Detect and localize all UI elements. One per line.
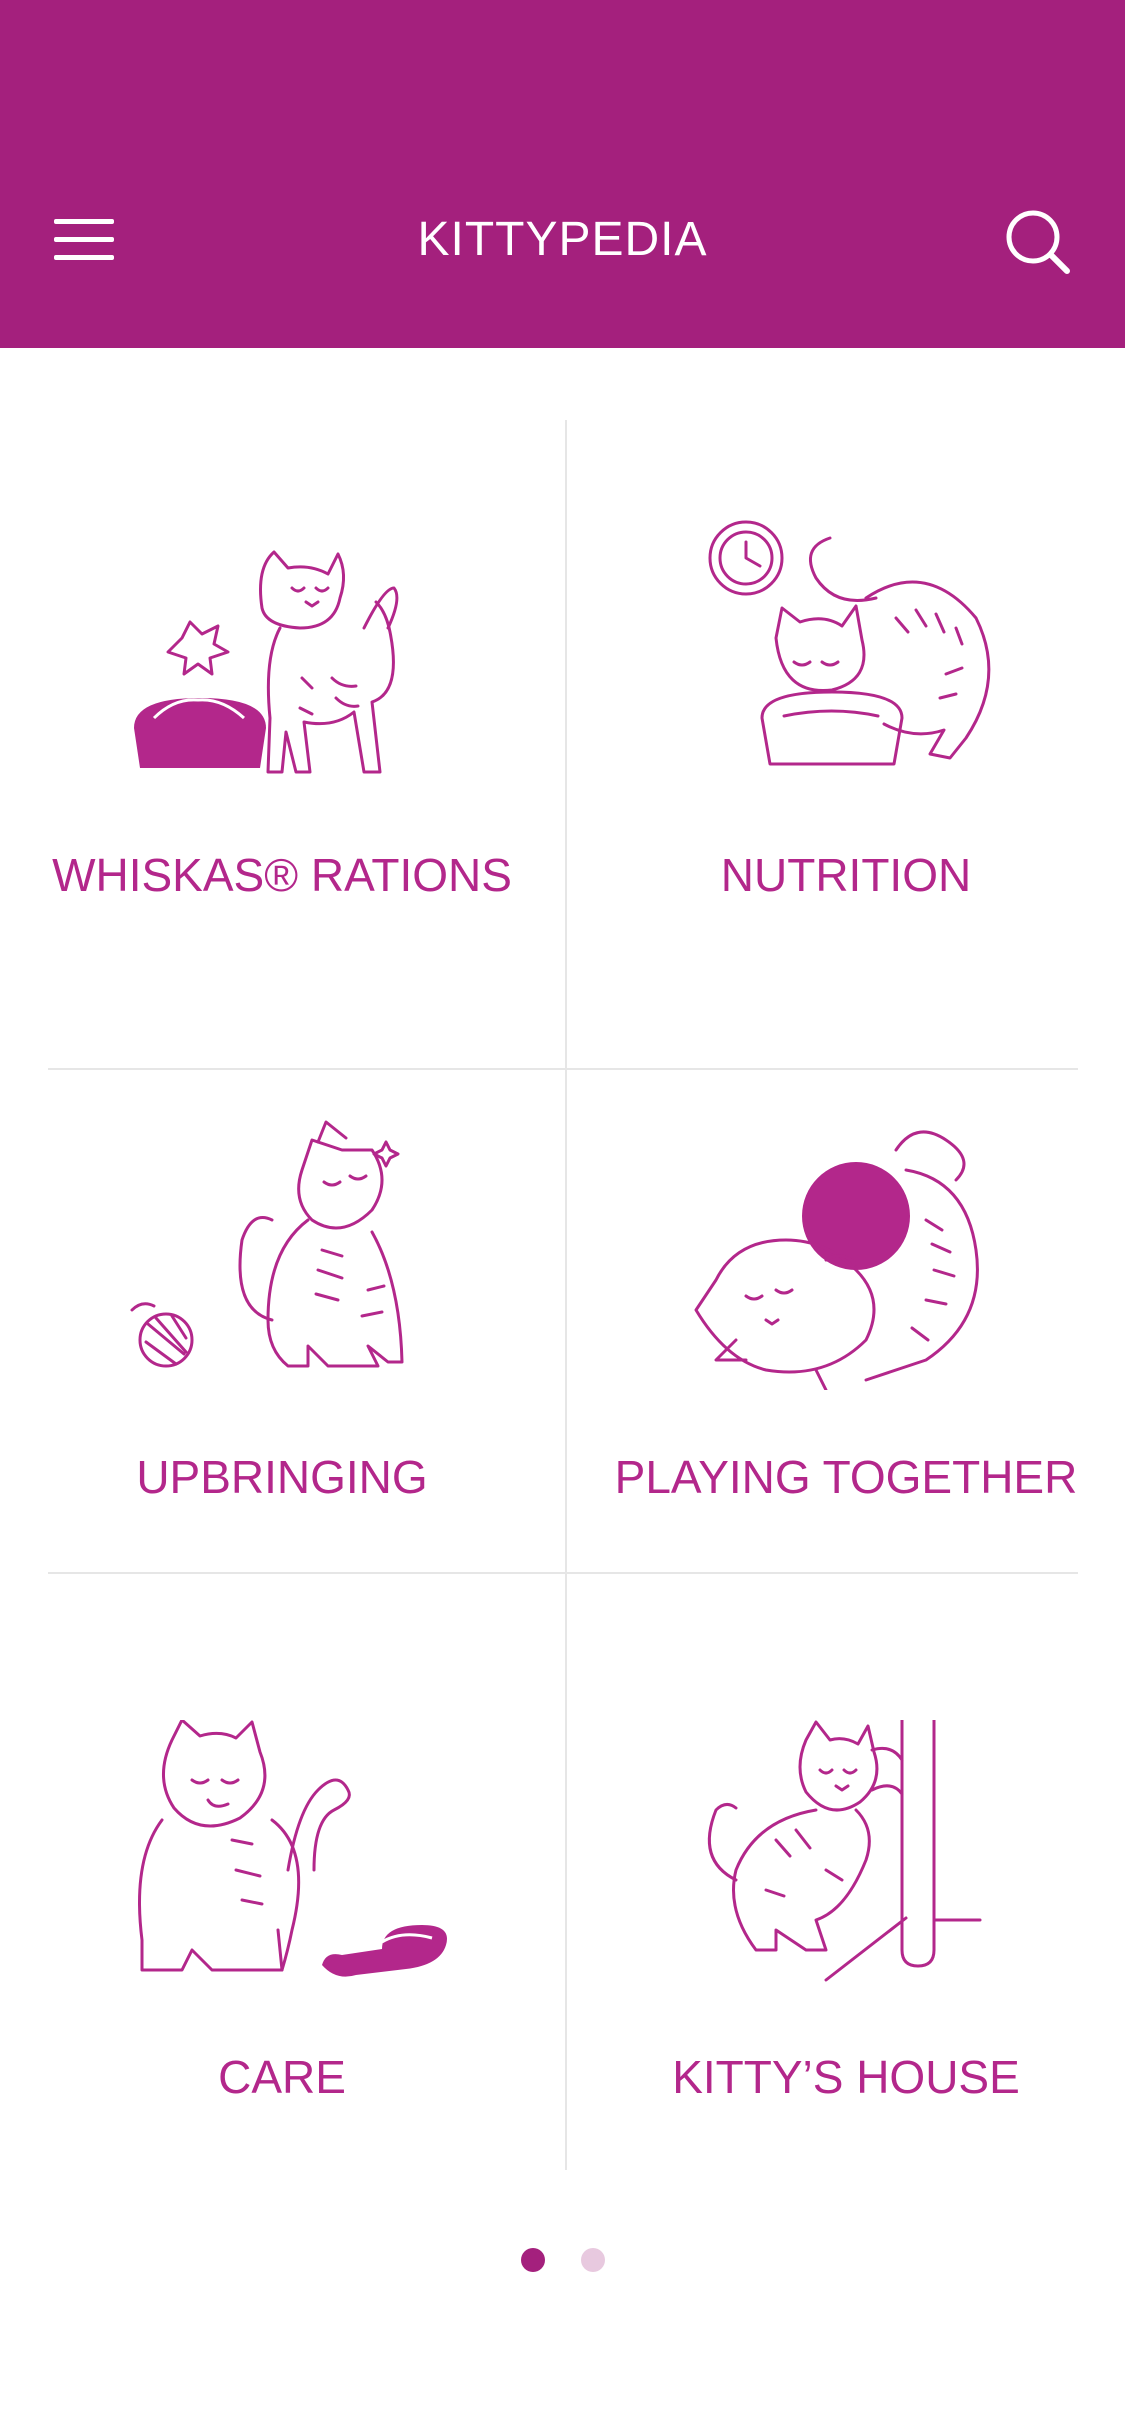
tile-care[interactable]: CARE <box>22 1720 542 2104</box>
tile-nutrition[interactable]: NUTRITION <box>586 518 1106 902</box>
search-icon <box>1006 210 1070 274</box>
app-title: KITTYPEDIA <box>417 213 708 266</box>
tile-label: CARE <box>218 2051 346 2103</box>
page-indicator <box>0 2248 1125 2272</box>
cat-eating-with-clock-icon <box>708 520 991 766</box>
tile-label: WHISKAS® RATIONS <box>52 849 512 901</box>
tile-upbringing[interactable]: UPBRINGING <box>22 1120 542 1504</box>
tile-kittys-house[interactable]: KITTY’S HOUSE <box>586 1720 1106 2104</box>
tile-label: NUTRITION <box>720 849 972 901</box>
tile-label: UPBRINGING <box>136 1451 428 1503</box>
app-header: KITTYPEDIA <box>0 0 1125 348</box>
cat-grooming-with-brush-icon <box>138 1720 447 1977</box>
grid-divider-horizontal <box>48 1572 1078 1574</box>
tile-label: KITTY’S HOUSE <box>672 2051 1020 2103</box>
app-screen: KITTYPEDIA WHISKAS® RATIONS NUTRITION UP… <box>0 0 1125 2436</box>
page-dot-active[interactable] <box>520 2248 545 2272</box>
cat-with-food-bowl-icon <box>134 550 399 774</box>
category-grid: WHISKAS® RATIONS NUTRITION UPBRINGING PL… <box>0 348 1125 2178</box>
grid-divider-vertical <box>565 420 567 2170</box>
cat-scratching-post-icon <box>707 1720 982 1982</box>
search-button[interactable] <box>996 200 1080 284</box>
cat-with-ball-of-yarn-icon <box>130 1120 404 1368</box>
grid-divider-horizontal <box>48 1068 1078 1070</box>
tile-whiskas-rations[interactable]: WHISKAS® RATIONS <box>22 518 542 902</box>
page-dot-inactive[interactable] <box>580 2248 605 2272</box>
cat-playing-with-ball-icon <box>694 1130 979 1390</box>
tile-playing-together[interactable]: PLAYING TOGETHER <box>586 1120 1106 1504</box>
tile-label: PLAYING TOGETHER <box>614 1451 1078 1503</box>
